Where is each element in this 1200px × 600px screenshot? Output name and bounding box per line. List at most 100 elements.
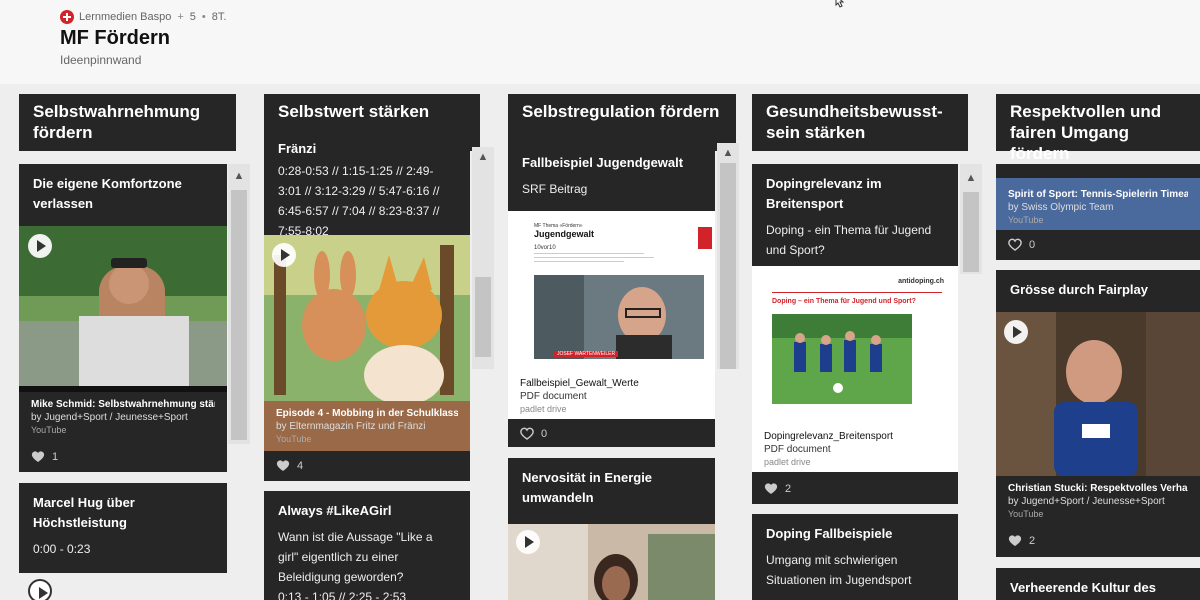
chevron-up-icon[interactable]: ▲: [472, 147, 494, 167]
attachment-title: Mike Schmid: Selbstwahrnehmung stärk...: [31, 399, 215, 410]
attachment-caption: Christian Stucki: Respektvolles Verhalte…: [996, 476, 1200, 526]
post-body-timestamps: 0:13 - 1:05 // 2:25 - 2:53: [278, 590, 407, 600]
post-card-fairplay[interactable]: Grösse durch Fairplay Christian Stucki: …: [996, 270, 1200, 557]
column-title: Selbstregulation fördern: [522, 102, 720, 121]
chevron-up-icon[interactable]: ▲: [960, 168, 982, 188]
video-thumbnail: [264, 235, 470, 405]
author-row: Lernmedien Baspo + 5 • 8T.: [60, 10, 226, 24]
post-body: Wann ist die Aussage "Like a girl" eigen…: [278, 530, 433, 584]
post-card-dopingrelevanz[interactable]: Dopingrelevanz im Breitensport Doping - …: [752, 164, 958, 504]
attachment-author: by Jugend+Sport / Jeunesse+Sport: [31, 412, 188, 423]
play-icon[interactable]: [28, 234, 52, 258]
play-icon[interactable]: [1004, 320, 1028, 344]
pdf-attachment[interactable]: MF Thema «Fördern» Jugendgewalt 10vor10 …: [508, 211, 715, 419]
post-card-mobbing[interactable]: Fränzi 0:28-0:53 // 1:15-1:25 // 2:49-3:…: [264, 143, 470, 481]
swiss-cross-icon: [60, 10, 74, 24]
pdf-name-tag: JOSEF WARTENWEILER: [554, 351, 619, 357]
pdf-video-still: JOSEF WARTENWEILER: [534, 275, 704, 359]
heart-icon[interactable]: [764, 482, 778, 495]
column-scrollbar[interactable]: ▲: [717, 143, 739, 369]
video-attachment[interactable]: Spirit of Sport: Tennis-Spielerin Timea …: [996, 178, 1200, 230]
attachment-title: Episode 4 - Mobbing in der Schulklasse .…: [276, 408, 458, 419]
column-scrollbar[interactable]: ▲: [228, 164, 250, 444]
post-card-komfortzone[interactable]: Die eigene Komfortzone verlassen Mike Sc…: [19, 164, 227, 472]
video-attachment[interactable]: [19, 573, 227, 600]
like-control[interactable]: 0: [1008, 238, 1035, 251]
column-title: Respektvollen und fairen Umgang fördern: [1010, 102, 1162, 163]
page-subtitle: Ideenpinnwand: [60, 53, 142, 67]
post-title: Always #LikeAGirl: [278, 503, 392, 518]
separator-dot: •: [201, 11, 206, 23]
scroll-thumb[interactable]: [720, 163, 736, 369]
attachment-caption: Mike Schmid: Selbstwahrnehmung stärk... …: [19, 392, 227, 442]
like-control[interactable]: 2: [1008, 534, 1035, 547]
heart-icon[interactable]: [520, 427, 534, 440]
like-control[interactable]: 4: [276, 459, 303, 472]
pdf-logo: [698, 227, 712, 249]
play-icon[interactable]: [28, 579, 52, 600]
play-icon[interactable]: [272, 243, 296, 267]
board-header: Lernmedien Baspo + 5 • 8T. MF Fördern Id…: [0, 0, 1200, 84]
like-count: 2: [785, 482, 792, 495]
post-title: Die eigene Komfortzone verlassen: [33, 176, 182, 211]
post-body: 0:00 - 0:23: [33, 542, 91, 556]
chevron-up-icon[interactable]: ▲: [228, 166, 250, 186]
scroll-thumb[interactable]: [231, 190, 247, 440]
attachment-author: by Elternmagazin Fritz und Fränzi: [276, 421, 426, 432]
like-control[interactable]: 1: [31, 450, 58, 463]
video-thumbnail: [508, 524, 715, 600]
attachment-source: YouTube: [1008, 509, 1044, 519]
post-title: Marcel Hug über Höchstleistung: [33, 495, 135, 530]
post-body: SRF Beitrag: [522, 182, 588, 196]
pdf-photo: [772, 314, 912, 404]
heart-icon[interactable]: [31, 450, 45, 463]
attachment-source: padlet drive: [764, 457, 811, 467]
pdf-logo: antidoping.ch: [898, 278, 944, 285]
post-card-marcel-hug[interactable]: Marcel Hug über Höchstleistung 0:00 - 0:…: [19, 483, 227, 600]
attachment-author: by Swiss Olympic Team: [1008, 202, 1114, 213]
post-card-likeagirl[interactable]: Always #LikeAGirl Wann ist die Aussage "…: [264, 491, 470, 600]
video-attachment[interactable]: Christian Stucki: Respektvolles Verhalte…: [996, 312, 1200, 526]
column-title: Selbstwert stärken: [278, 102, 430, 121]
post-card-jugendgewalt[interactable]: Fallbeispiel Jugendgewalt SRF Beitrag MF…: [508, 143, 715, 447]
pdf-preview: antidoping.ch Doping – ein Thema für Jug…: [762, 272, 948, 420]
scroll-thumb[interactable]: [963, 192, 979, 272]
attachment-type: PDF document: [520, 391, 587, 402]
post-body: Doping - ein Thema für Jugend und Sport?: [766, 223, 932, 257]
pdf-attachment[interactable]: antidoping.ch Doping – ein Thema für Jug…: [752, 266, 958, 472]
attachment-source: YouTube: [1008, 215, 1044, 225]
attachment-title: Spirit of Sport: Tennis-Spielerin Timea …: [1008, 189, 1188, 200]
column-scrollbar[interactable]: ▲: [960, 164, 982, 274]
pdf-heading: Jugendgewalt: [534, 229, 595, 239]
mouse-cursor-icon: [834, 0, 848, 8]
post-card-doping-fallbeispiele[interactable]: Doping Fallbeispiele Umgang mit schwieri…: [752, 514, 958, 600]
video-attachment[interactable]: Mike Schmid: Selbstwahrnehmung stärk... …: [19, 226, 227, 442]
like-count: 4: [297, 459, 304, 472]
video-attachment[interactable]: [508, 524, 715, 600]
attachment-caption: Dopingrelevanz_Breitensport PDF document…: [752, 424, 958, 474]
attachment-author: by Jugend+Sport / Jeunesse+Sport: [1008, 496, 1165, 507]
heart-icon[interactable]: [276, 459, 290, 472]
like-count: 1: [52, 450, 59, 463]
attachment-title: Fallbeispiel_Gewalt_Werte: [520, 378, 639, 389]
like-control[interactable]: 2: [764, 482, 791, 495]
scroll-thumb[interactable]: [475, 277, 491, 357]
post-card-nervositaet[interactable]: Nervosität in Energie umwandeln: [508, 458, 715, 600]
post-card-verheerende-kultur[interactable]: Verheerende Kultur des: [996, 568, 1200, 600]
heart-icon[interactable]: [1008, 238, 1022, 251]
attachment-caption: Spirit of Sport: Tennis-Spielerin Timea …: [996, 182, 1200, 232]
post-card-spirit-of-sport[interactable]: Spirit of Sport: Tennis-Spielerin Timea …: [996, 164, 1200, 260]
column-scrollbar[interactable]: ▲: [472, 147, 494, 369]
pdf-subheading: 10vor10: [534, 245, 556, 251]
attachment-source: padlet drive: [520, 404, 567, 414]
attachment-title: Dopingrelevanz_Breitensport: [764, 431, 893, 442]
like-control[interactable]: 0: [520, 427, 547, 440]
column-title: Gesundheitsbewusst-sein stärken: [766, 102, 943, 142]
age-label: 8T.: [211, 11, 227, 23]
play-icon[interactable]: [516, 530, 540, 554]
heart-icon[interactable]: [1008, 534, 1022, 547]
like-count: 0: [541, 427, 548, 440]
author-name[interactable]: Lernmedien Baspo: [79, 11, 171, 23]
chevron-up-icon[interactable]: ▲: [717, 143, 739, 163]
video-attachment[interactable]: Episode 4 - Mobbing in der Schulklasse .…: [264, 235, 470, 451]
